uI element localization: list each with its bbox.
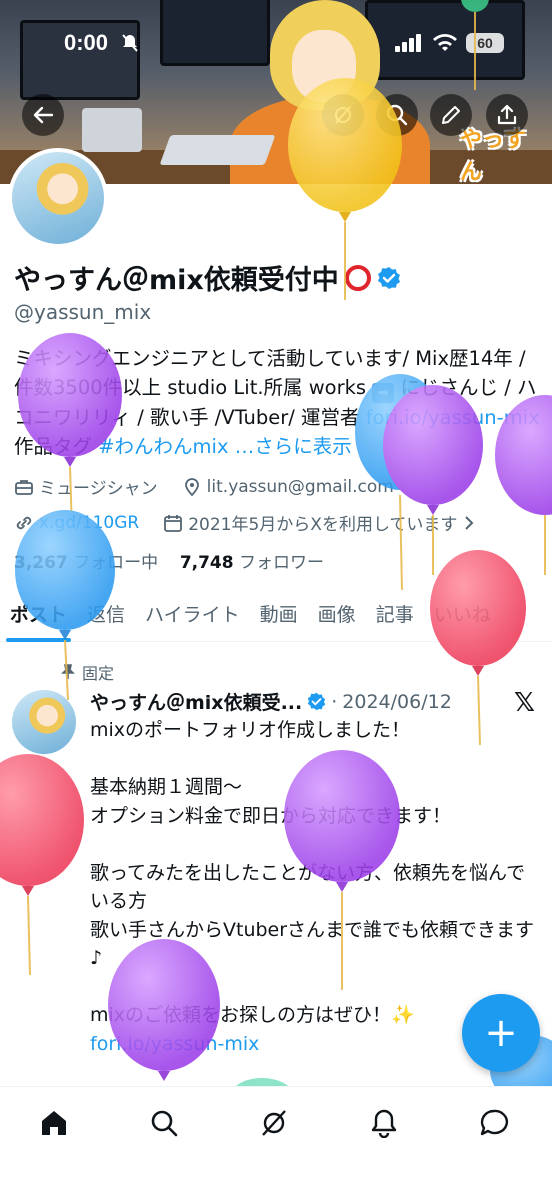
nav-notifications[interactable] xyxy=(364,1103,404,1143)
banner-keyboard xyxy=(159,135,276,165)
pinned-label: 固定 xyxy=(82,664,115,683)
banner-audio-interface xyxy=(82,108,142,152)
tab-posts[interactable]: ポスト xyxy=(0,592,77,642)
tab-videos[interactable]: 動画 xyxy=(250,592,308,642)
show-more-link[interactable]: …さらに表示 xyxy=(235,435,352,458)
post-line: mixのポートフォリオ作成しました！ xyxy=(90,719,411,741)
signal-icon xyxy=(395,34,423,56)
profile-website[interactable]: x.gd/110GR xyxy=(39,513,139,533)
bell-muted-icon xyxy=(122,34,138,56)
edit-button[interactable] xyxy=(430,94,472,136)
profile-meta-row: x.gd/110GR 2021年5月からXを利用しています xyxy=(14,510,476,535)
grok-icon xyxy=(262,1110,286,1136)
followers-count: 7,748 xyxy=(179,553,234,573)
bio-hashtag[interactable]: #わんわんmix xyxy=(98,435,228,458)
status-time: 0:00 xyxy=(64,30,109,55)
briefcase-icon xyxy=(15,479,33,495)
profile-location: lit.yassun@gmail.com xyxy=(206,476,394,497)
verified-badge-icon[interactable] xyxy=(377,266,401,290)
balloon xyxy=(0,754,84,976)
arrow-right-emoji-icon: ➡ xyxy=(372,383,395,403)
search-button[interactable] xyxy=(376,94,418,136)
status-bar: 0:00 60 xyxy=(0,30,552,60)
location-pin-icon xyxy=(184,477,199,496)
share-icon xyxy=(497,104,517,125)
tab-likes[interactable]: いいね xyxy=(424,592,501,642)
post-line xyxy=(90,830,540,859)
post-line: 歌ってみたを出したことがない方、依頼先を悩んでいる方 xyxy=(90,861,526,913)
edit-pencil-icon xyxy=(442,106,460,124)
post-author[interactable]: やっすん＠mix依頼受... xyxy=(90,688,302,715)
bottom-navigation xyxy=(0,1086,552,1200)
tab-articles[interactable]: 記事 xyxy=(366,592,424,642)
red-circle-icon xyxy=(344,264,371,291)
post-separator: · xyxy=(331,690,338,713)
home-icon xyxy=(42,1111,66,1135)
following-label: フォロー中 xyxy=(73,553,159,573)
post-line xyxy=(90,745,540,774)
profile-joined: 2021年5月からXを利用しています xyxy=(188,515,458,535)
search-icon xyxy=(386,104,408,126)
tab-replies[interactable]: 返信 xyxy=(77,592,135,642)
following-link[interactable]: 3,267 フォロー中 xyxy=(14,553,158,573)
back-arrow-icon xyxy=(33,106,54,124)
profile-name-row: やっすん＠mix依頼受付中 xyxy=(14,258,401,297)
follow-stats: 3,267 フォロー中 7,748 フォロワー xyxy=(14,548,324,573)
post-avatar[interactable] xyxy=(12,690,76,754)
bell-icon xyxy=(371,1109,397,1138)
tab-highlights[interactable]: ハイライト xyxy=(135,592,250,642)
nav-messages[interactable] xyxy=(474,1103,514,1143)
post-line: オプション料金で即日から対応できます！ xyxy=(90,804,452,827)
bio-link[interactable]: fori.io/yassun-mix xyxy=(366,406,540,429)
post-header: やっすん＠mix依頼受... · 2024/06/12 xyxy=(90,688,452,715)
followers-link[interactable]: 7,748 フォロワー xyxy=(180,553,324,573)
following-count: 3,267 xyxy=(14,553,68,573)
post-line: 歌い手さんからVtuberさんまで誰でも依頼できます♪ xyxy=(90,918,535,970)
profile-name: やっすん＠mix依頼受付中 xyxy=(14,265,339,296)
search-icon xyxy=(151,1110,178,1137)
wifi-icon xyxy=(432,33,458,57)
pin-icon xyxy=(61,664,75,679)
grok-button[interactable] xyxy=(322,94,364,136)
post-line xyxy=(90,973,540,1002)
back-button[interactable] xyxy=(22,94,64,136)
profile-handle: @yassun_mix xyxy=(14,300,152,324)
profile-bio: ミキシングエンジニアとして活動しています/ Mix歴14年 / 件数3500件以… xyxy=(14,344,544,461)
tab-photos[interactable]: 画像 xyxy=(308,592,366,642)
nav-grok[interactable] xyxy=(254,1103,294,1143)
nav-explore[interactable] xyxy=(144,1103,184,1143)
bio-text: 作品タグ xyxy=(14,435,99,458)
post-date[interactable]: 2024/06/12 xyxy=(342,691,452,713)
profile-category: ミュージシャン xyxy=(39,479,158,499)
message-icon xyxy=(480,1109,509,1136)
compose-post-button[interactable]: + xyxy=(462,994,540,1072)
verified-badge-icon xyxy=(308,692,326,711)
chevron-right-icon[interactable] xyxy=(462,515,476,531)
grok-icon xyxy=(335,106,351,124)
x-logo-icon: 𝕏 xyxy=(514,688,535,718)
profile-avatar[interactable] xyxy=(8,148,108,248)
share-button[interactable] xyxy=(486,94,528,136)
calendar-icon xyxy=(164,514,183,532)
profile-tabs: ポスト 返信 ハイライト 動画 画像 記事 いいね xyxy=(0,592,552,642)
battery-indicator: 60 xyxy=(466,33,504,53)
nav-home[interactable] xyxy=(34,1103,74,1143)
profile-meta-row: ミュージシャン lit.yassun@gmail.com xyxy=(14,474,394,499)
post-line: 基本納期１週間〜 xyxy=(90,776,243,798)
followers-label: フォロワー xyxy=(239,553,324,573)
pinned-indicator: 固定 xyxy=(60,660,114,684)
link-icon xyxy=(16,516,32,529)
